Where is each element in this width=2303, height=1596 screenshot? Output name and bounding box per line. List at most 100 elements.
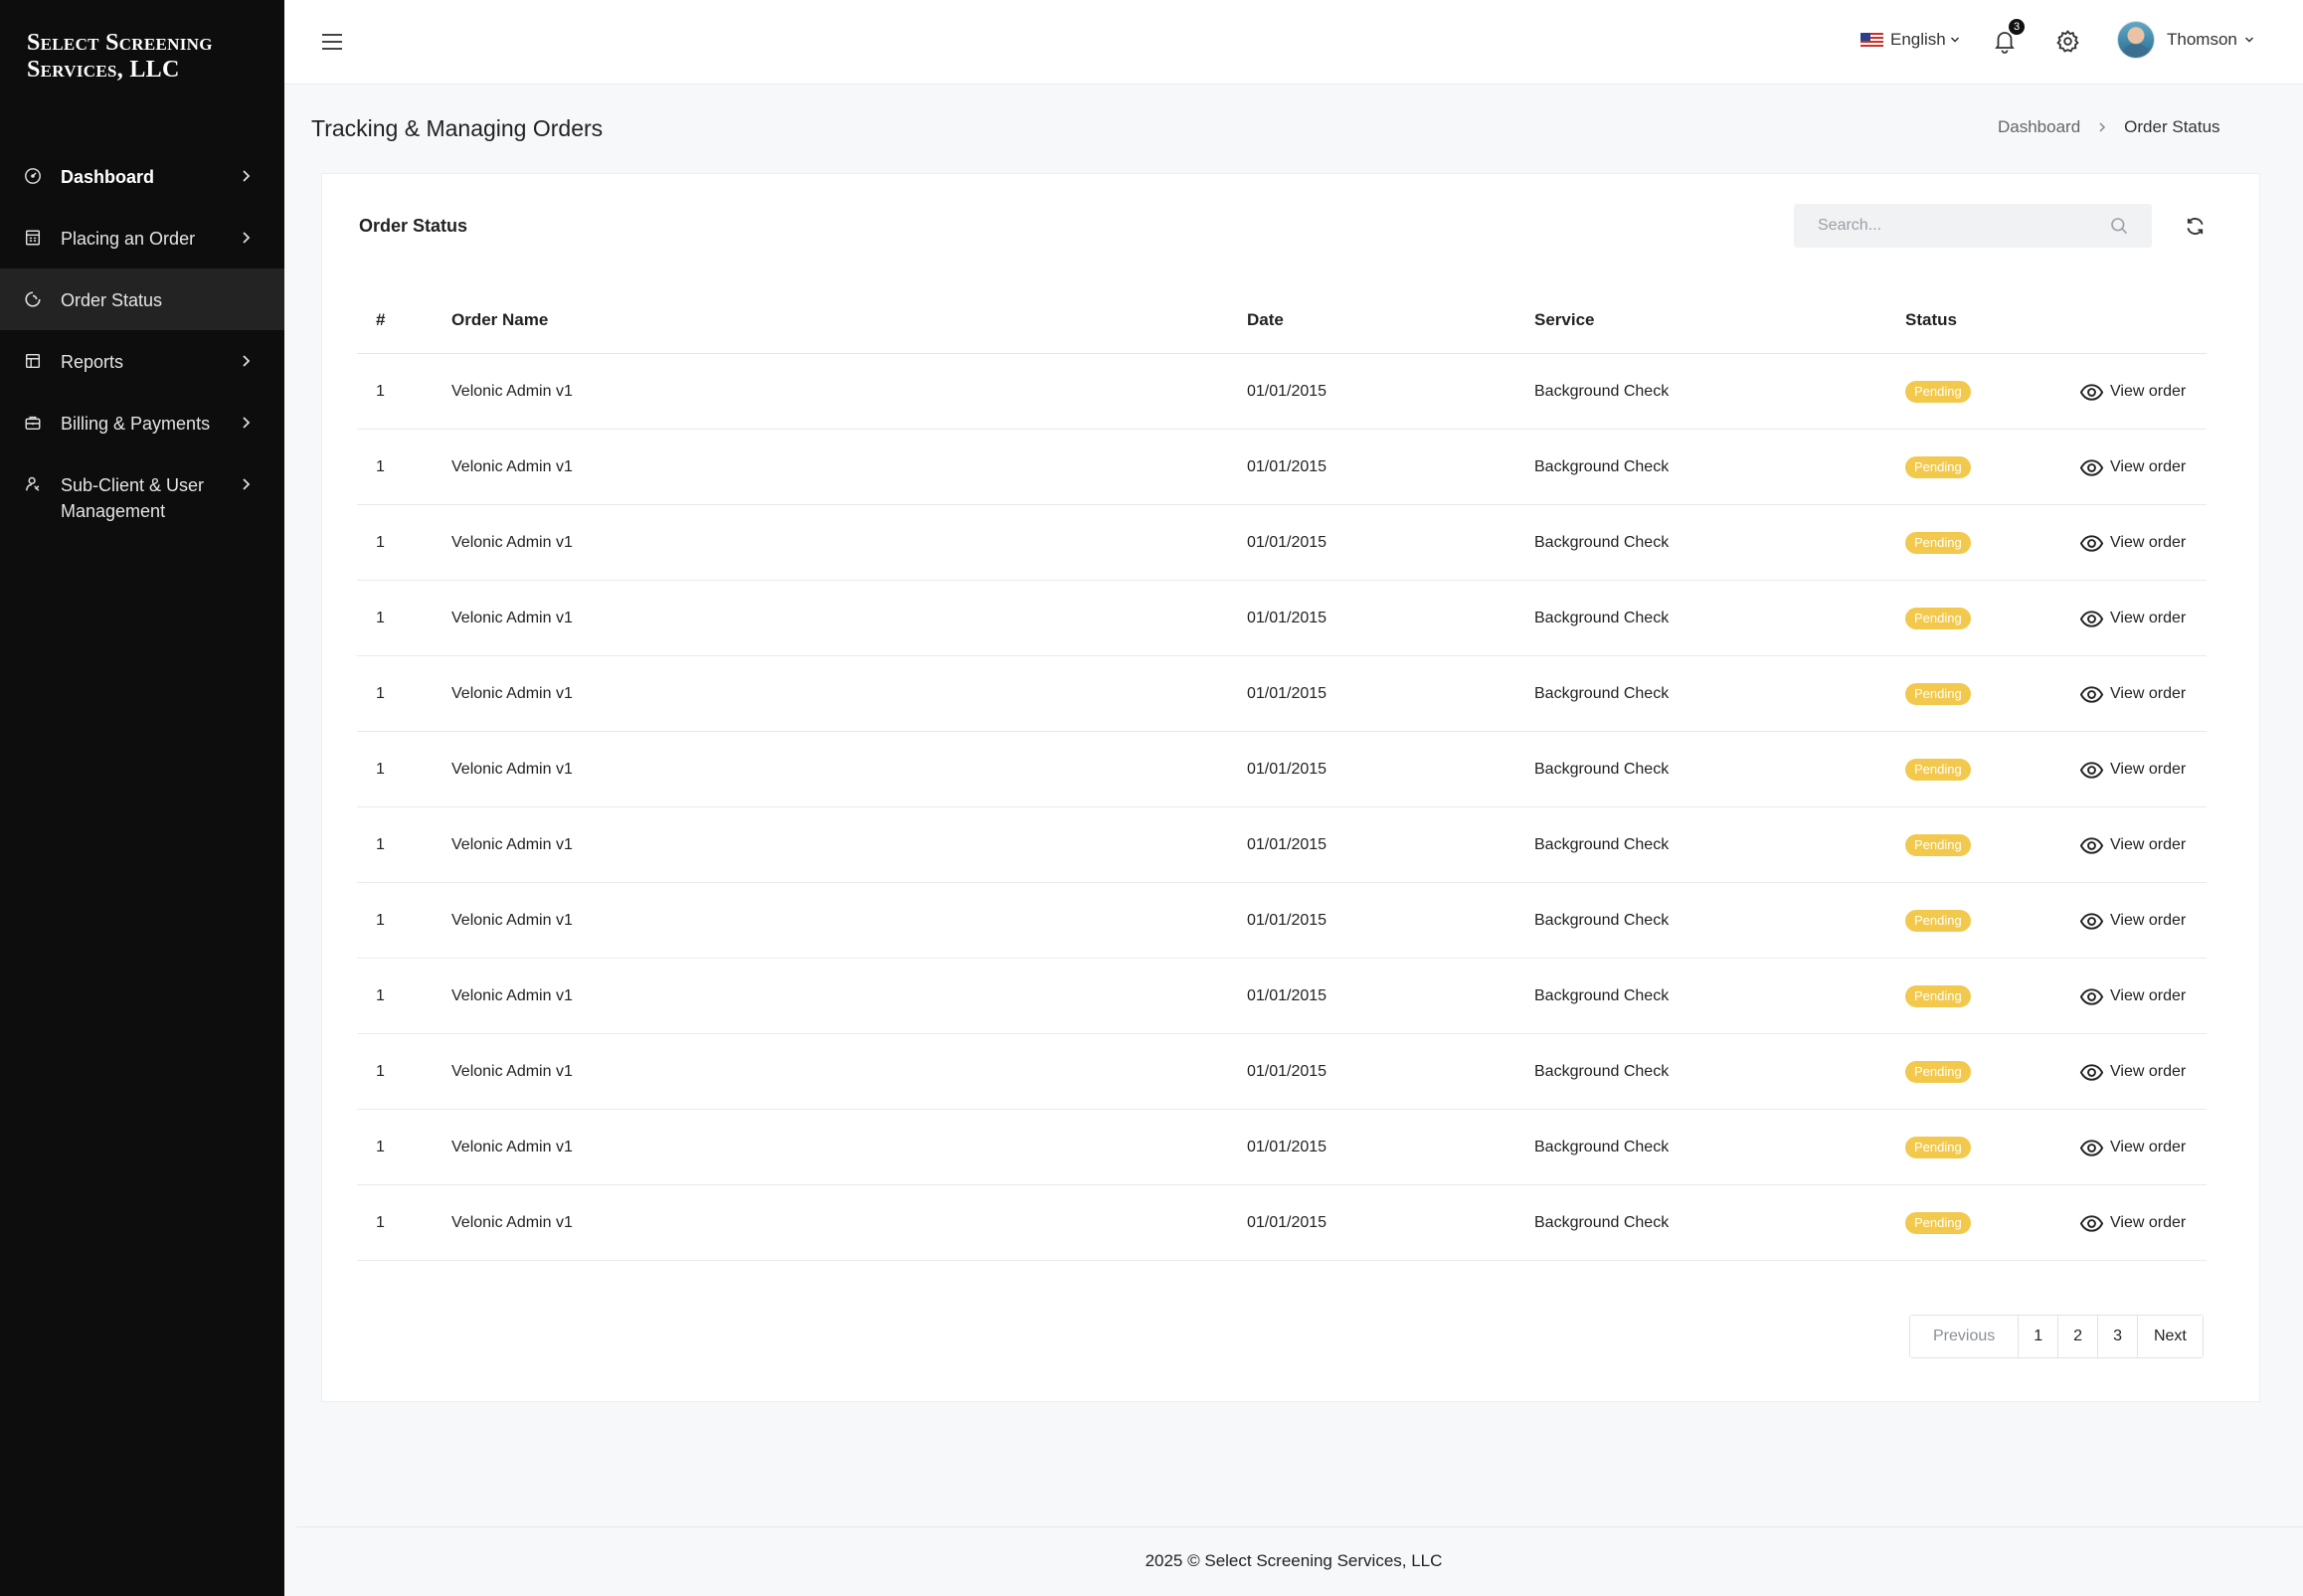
view-order-button[interactable]: View order <box>2079 354 2186 430</box>
chevron-right-icon <box>239 416 253 430</box>
column-header-number: # <box>376 310 386 329</box>
table-row: 1 Velonic Admin v1 01/01/2015 Background Ch… <box>357 1034 2207 1110</box>
order-date: 01/01/2015 <box>1247 912 1328 929</box>
eye-icon <box>2079 455 2104 480</box>
sidebar-item-dashboard[interactable]: Dashboard <box>0 145 284 207</box>
table-row: 1 Velonic Admin v1 01/01/2015 Background Ch… <box>357 656 2207 732</box>
table-row: 1 Velonic Admin v1 01/01/2015 Background Ch… <box>357 807 2207 883</box>
sidebar-item-placing-order[interactable]: Placing an Order <box>0 207 284 268</box>
status-badge: Pending <box>1905 1061 1971 1083</box>
eye-icon <box>2079 1211 2104 1236</box>
view-order-button[interactable]: View order <box>2079 959 2186 1034</box>
view-order-button[interactable]: View order <box>2079 883 2186 959</box>
language-label: English <box>1890 30 1946 49</box>
order-name: Velonic Admin v1 <box>451 383 573 400</box>
order-date: 01/01/2015 <box>1247 383 1328 400</box>
status-badge: Pending <box>1905 456 1971 478</box>
view-order-button[interactable]: View order <box>2079 1185 2186 1261</box>
search-icon[interactable] <box>2110 217 2128 235</box>
eye-icon <box>2079 607 2104 631</box>
sidebar-item-label: Order Status <box>61 290 163 310</box>
search-input[interactable] <box>1794 204 2092 248</box>
eye-icon <box>2079 758 2104 783</box>
row-number: 1 <box>376 1214 385 1231</box>
sidebar-item-user-management[interactable]: Sub-Client & User Management <box>0 453 284 543</box>
view-order-label: View order <box>2110 761 2187 778</box>
breadcrumb-current: Order Status <box>2124 117 2220 136</box>
order-form-icon <box>24 229 42 247</box>
chevron-right-icon <box>2096 121 2108 133</box>
status-badge: Pending <box>1905 834 1971 856</box>
chevron-right-icon <box>239 354 253 368</box>
card-title: Order Status <box>359 216 468 236</box>
order-name: Velonic Admin v1 <box>451 685 573 702</box>
order-date: 01/01/2015 <box>1247 1139 1328 1155</box>
order-name: Velonic Admin v1 <box>451 1214 573 1231</box>
order-date: 01/01/2015 <box>1247 987 1328 1004</box>
view-order-button[interactable]: View order <box>2079 807 2186 883</box>
gauge-icon <box>24 167 42 185</box>
order-name: Velonic Admin v1 <box>451 534 573 551</box>
sidebar: Select Screening Services, LLC Dashboard… <box>0 0 284 1596</box>
us-flag-icon <box>1860 32 1883 48</box>
order-service: Background Check <box>1534 610 1670 626</box>
view-order-button[interactable]: View order <box>2079 1034 2186 1110</box>
view-order-button[interactable]: View order <box>2079 581 2186 656</box>
row-number: 1 <box>376 383 385 400</box>
order-name: Velonic Admin v1 <box>451 836 573 853</box>
order-name: Velonic Admin v1 <box>451 1139 573 1155</box>
order-date: 01/01/2015 <box>1247 534 1328 551</box>
order-service: Background Check <box>1534 458 1670 475</box>
order-name: Velonic Admin v1 <box>451 761 573 778</box>
orders-table: # Order Name Date Service Status 1 Veloni… <box>357 285 2207 1261</box>
page-1-button[interactable]: 1 <box>2019 1316 2059 1357</box>
view-order-button[interactable]: View order <box>2079 430 2186 505</box>
sidebar-item-order-status[interactable]: Order Status <box>0 268 284 330</box>
user-menu[interactable]: Thomson <box>2117 21 2254 59</box>
order-date: 01/01/2015 <box>1247 1214 1328 1231</box>
sidebar-item-label: Reports <box>61 352 124 372</box>
eye-icon <box>2079 682 2104 707</box>
next-page-button[interactable]: Next <box>2137 1316 2203 1357</box>
row-number: 1 <box>376 534 385 551</box>
order-service: Background Check <box>1534 1063 1670 1080</box>
topbar: English 3 Thomson <box>284 0 2303 85</box>
view-order-label: View order <box>2110 1063 2187 1080</box>
eye-icon <box>2079 1136 2104 1160</box>
hamburger-menu-icon[interactable] <box>320 30 344 54</box>
breadcrumb-dashboard-link[interactable]: Dashboard <box>1998 117 2080 137</box>
language-selector[interactable]: English <box>1860 30 1960 50</box>
view-order-button[interactable]: View order <box>2079 1110 2186 1185</box>
chevron-down-icon <box>2244 35 2254 45</box>
order-service: Background Check <box>1534 685 1670 702</box>
sidebar-item-billing[interactable]: Billing & Payments <box>0 392 284 453</box>
view-order-button[interactable]: View order <box>2079 505 2186 581</box>
row-number: 1 <box>376 987 385 1004</box>
search-box <box>1794 204 2152 248</box>
previous-page-button[interactable]: Previous <box>1910 1316 2020 1357</box>
order-name: Velonic Admin v1 <box>451 1063 573 1080</box>
gear-icon[interactable] <box>2055 29 2080 54</box>
page-2-button[interactable]: 2 <box>2058 1316 2099 1357</box>
table-row: 1 Velonic Admin v1 01/01/2015 Background Ch… <box>357 959 2207 1034</box>
refresh-icon[interactable] <box>2185 216 2206 237</box>
row-number: 1 <box>376 458 385 475</box>
order-date: 01/01/2015 <box>1247 610 1328 626</box>
column-header-status: Status <box>1905 310 1957 329</box>
status-badge: Pending <box>1905 608 1971 629</box>
view-order-button[interactable]: View order <box>2079 732 2186 807</box>
chevron-right-icon <box>239 231 253 245</box>
view-order-button[interactable]: View order <box>2079 656 2186 732</box>
sidebar-item-reports[interactable]: Reports <box>0 330 284 392</box>
chevron-down-icon <box>1950 35 1960 45</box>
order-service: Background Check <box>1534 1139 1670 1155</box>
order-name: Velonic Admin v1 <box>451 610 573 626</box>
table-header: # Order Name Date Service Status <box>357 285 2207 354</box>
page-title: Tracking & Managing Orders <box>311 115 604 141</box>
page-3-button[interactable]: 3 <box>2098 1316 2138 1357</box>
order-service: Background Check <box>1534 1214 1670 1231</box>
breadcrumb: Dashboard Order Status <box>1998 117 2220 137</box>
view-order-label: View order <box>2110 912 2187 929</box>
table-body: 1 Velonic Admin v1 01/01/2015 Background Ch… <box>357 354 2207 1261</box>
view-order-label: View order <box>2110 534 2187 551</box>
